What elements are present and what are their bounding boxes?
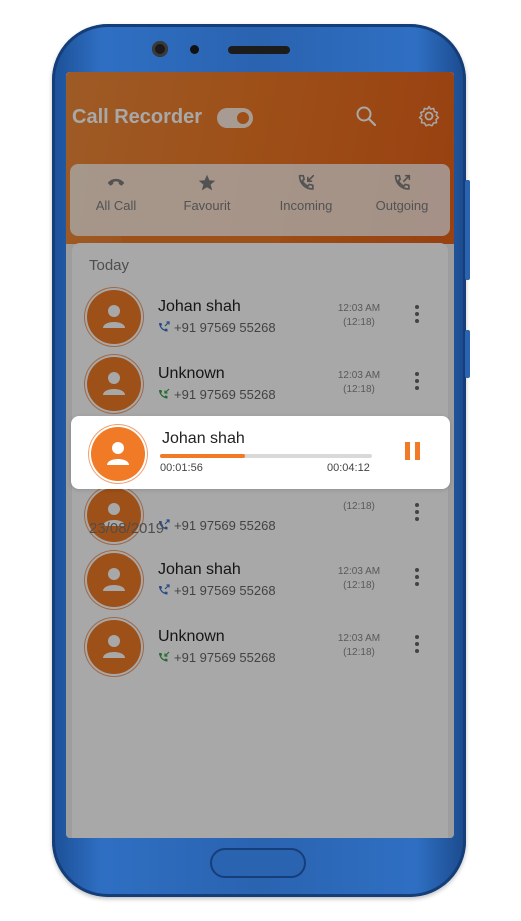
proximity-sensor [190,45,199,54]
home-button[interactable] [210,848,306,878]
total-time: 00:04:12 [327,462,370,474]
volume-button[interactable] [465,180,470,280]
playback-progress[interactable] [160,454,372,458]
recording-player: Johan shah 00:01:56 00:04:12 [71,416,450,489]
player-contact-name: Johan shah [162,430,245,447]
playback-progress-fill [160,454,245,458]
current-time: 00:01:56 [160,462,203,474]
pause-icon[interactable] [405,442,423,460]
front-camera [152,41,168,57]
power-button[interactable] [465,330,470,378]
avatar [91,427,145,481]
earpiece-speaker [228,46,290,54]
